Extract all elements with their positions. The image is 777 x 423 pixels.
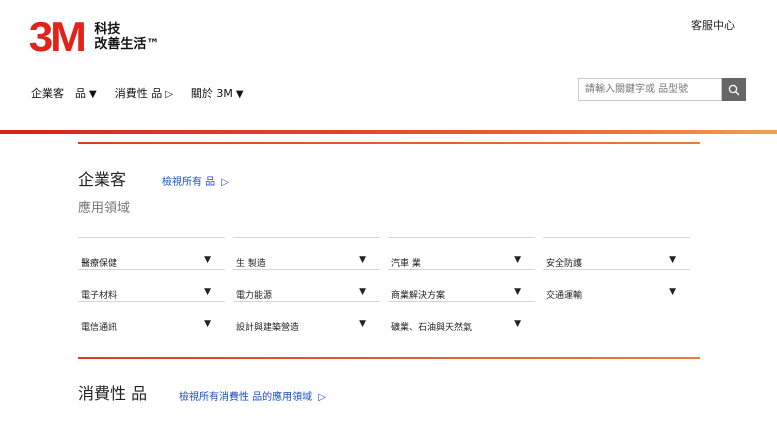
caret-down-icon: ▼	[669, 255, 676, 265]
caret-right-icon: ▷	[318, 392, 326, 403]
caret-down-icon: ▼	[204, 255, 211, 265]
category-dropdown-healthcare[interactable]: 醫療保健 ▼	[78, 237, 225, 269]
caret-down-icon: ▼	[514, 255, 521, 265]
category-dropdown-construction[interactable]: 設計與建築營造 ▼	[233, 301, 380, 333]
category-dropdown-energy[interactable]: 電力能源 ▼	[233, 269, 380, 301]
logo-mark: 3M	[28, 13, 87, 60]
caret-down-icon: ▼	[204, 319, 211, 329]
category-label: 交通運輸	[546, 291, 583, 301]
category-dropdown-safety[interactable]: 安全防護 ▼	[543, 237, 690, 269]
nav-item-label: 消費性 品	[114, 87, 163, 100]
nav-item-label: 企業客 品	[31, 87, 86, 100]
category-dropdown-manufacturing[interactable]: 生 製造 ▼	[233, 237, 380, 269]
category-label: 商業解決方案	[391, 291, 446, 301]
application-areas-heading: 應用領域	[78, 201, 131, 216]
main-nav: 企業客 品 ▼ 消費性 品 ▷ 關於 3M ▼	[31, 85, 262, 101]
category-label: 生 製造	[236, 259, 266, 269]
enterprise-section-divider	[78, 142, 700, 144]
nav-item-enterprise[interactable]: 企業客 品 ▼	[31, 85, 97, 101]
category-label: 汽車 業	[391, 259, 421, 269]
caret-right-icon: ▷	[221, 177, 229, 188]
caret-down-icon: ▼	[359, 287, 366, 297]
category-dropdown-transportation[interactable]: 交通運輸 ▼	[543, 269, 690, 301]
caret-down-icon: ▼	[204, 287, 211, 297]
category-label: 安全防護	[546, 259, 583, 269]
category-dropdown-commercial[interactable]: 商業解決方案 ▼	[388, 269, 535, 301]
view-all-enterprise-link[interactable]: 檢視所有 品 ▷	[162, 173, 229, 188]
logo[interactable]: 3M 科技 改善生活™	[28, 13, 160, 60]
category-label: 電信通訊	[81, 323, 118, 333]
caret-down-icon: ▼	[235, 89, 244, 100]
nav-item-consumer[interactable]: 消費性 品 ▷	[115, 85, 173, 101]
caret-down-icon: ▼	[514, 319, 521, 329]
category-dropdown-electronics[interactable]: 電子材料 ▼	[78, 269, 225, 301]
caret-right-icon: ▷	[165, 89, 173, 100]
logo-tagline-line2: 改善生活™	[94, 37, 160, 52]
category-label: 醫療保健	[81, 259, 118, 269]
consumer-section-title: 消費性 品	[78, 384, 148, 403]
search-icon	[728, 84, 740, 95]
view-all-enterprise-label: 檢視所有 品	[162, 177, 216, 188]
category-dropdown-mining-oil-gas[interactable]: 礦業、石油與天然氣 ▼	[388, 301, 535, 333]
view-all-consumer-label: 檢視所有消費性 品的應用領域	[179, 392, 313, 403]
logo-tagline-line1: 科技	[94, 22, 121, 37]
category-label: 電子材料	[81, 291, 118, 301]
search-bar	[578, 78, 746, 101]
category-label: 電力能源	[236, 291, 273, 301]
category-dropdown-automotive[interactable]: 汽車 業 ▼	[388, 237, 535, 269]
category-label: 設計與建築營造	[236, 323, 300, 333]
search-input[interactable]	[578, 78, 722, 101]
caret-down-icon: ▼	[669, 287, 676, 297]
search-button[interactable]	[722, 78, 746, 101]
category-label: 礦業、石油與天然氣	[391, 323, 473, 333]
caret-down-icon: ▼	[89, 89, 97, 100]
enterprise-section-title: 企業客	[78, 170, 127, 189]
header-divider	[0, 130, 777, 134]
logo-tagline: 科技 改善生活™	[94, 22, 159, 52]
consumer-section-divider	[78, 357, 700, 359]
view-all-consumer-link[interactable]: 檢視所有消費性 品的應用領域 ▷	[179, 388, 326, 403]
category-dropdown-telecom[interactable]: 電信通訊 ▼	[78, 301, 225, 333]
customer-service-link[interactable]: 客服中心	[691, 17, 735, 33]
nav-item-about[interactable]: 關於 3M ▼	[191, 85, 244, 101]
nav-item-label: 關於 3M	[190, 87, 233, 100]
caret-down-icon: ▼	[359, 319, 366, 329]
caret-down-icon: ▼	[514, 287, 521, 297]
caret-down-icon: ▼	[359, 255, 366, 265]
